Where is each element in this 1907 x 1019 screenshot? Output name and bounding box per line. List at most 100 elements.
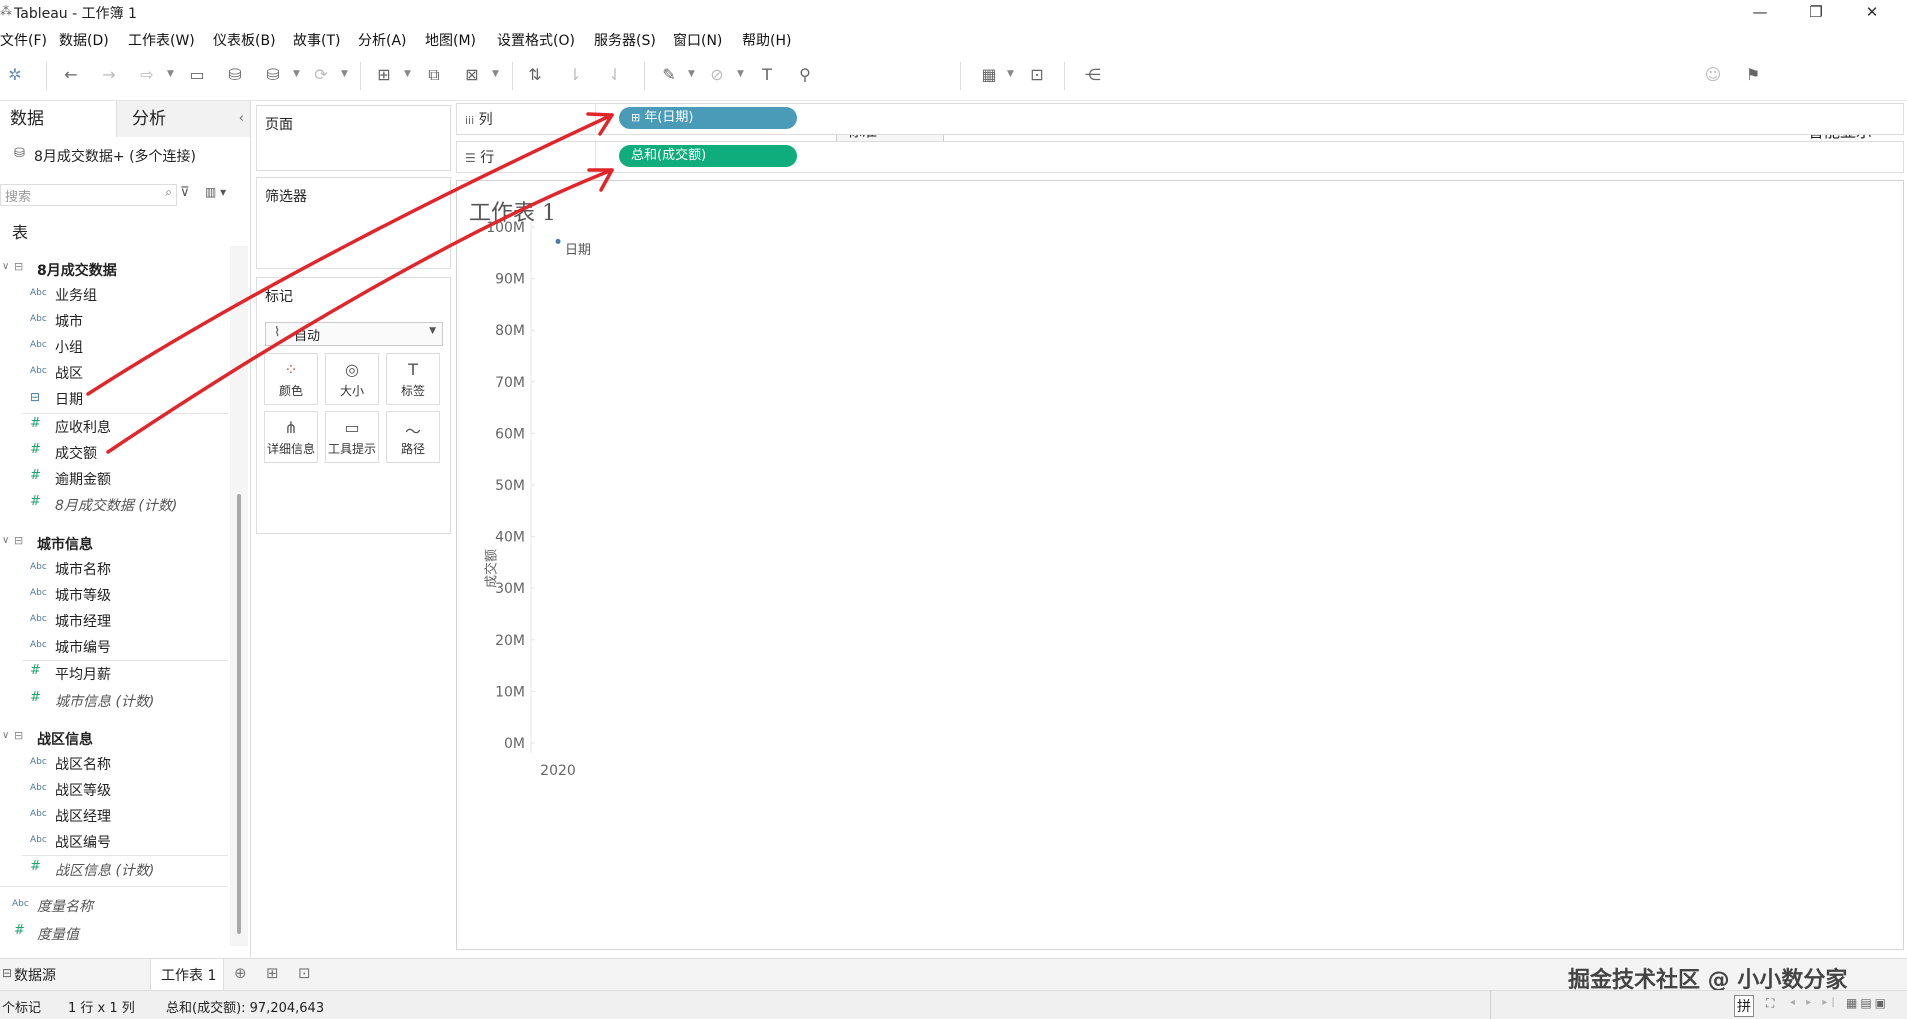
new-story-icon[interactable]: ⊡ bbox=[298, 964, 311, 982]
view-mode-icon[interactable]: ▦▤▣ bbox=[1846, 996, 1889, 1010]
tab-datasource[interactable]: 数据源 bbox=[14, 965, 56, 985]
field-战区编号[interactable]: Abc 战区编号 bbox=[0, 830, 228, 854]
columns-icon: iii bbox=[465, 114, 475, 127]
sum-amount-pill[interactable]: 总和(成交额) bbox=[619, 145, 797, 167]
filter-icon[interactable]: ⊽ bbox=[180, 185, 190, 200]
label-icon[interactable]: T bbox=[756, 64, 778, 86]
y-tick-label: 90M bbox=[495, 272, 525, 288]
field-日期[interactable]: ⊟ 日期 bbox=[0, 387, 228, 411]
rows-shelf[interactable]: ☰ 行 总和(成交额) bbox=[456, 141, 1904, 173]
field-城市等级[interactable]: Abc 城市等级 bbox=[0, 583, 228, 607]
field-城市[interactable]: Abc 城市 bbox=[0, 309, 228, 333]
chevron-down-icon: ▼ bbox=[429, 326, 436, 336]
columns-shelf[interactable]: iii 列 ⊞ 年(日期) bbox=[456, 103, 1904, 135]
field-业务组[interactable]: Abc 业务组 bbox=[0, 283, 228, 307]
field-城市经理[interactable]: Abc 城市经理 bbox=[0, 609, 228, 633]
table-8月成交数据[interactable]: ∨ ⊟ 8月成交数据 bbox=[0, 258, 228, 282]
ask-data-icon[interactable]: ☺ bbox=[1702, 64, 1724, 86]
field-平均月薪[interactable]: # 平均月薪 bbox=[0, 662, 228, 686]
year-date-pill[interactable]: ⊞ 年(日期) bbox=[619, 107, 797, 129]
sheet-nav-icon[interactable]: ◂ ▸ ▸| bbox=[1790, 997, 1839, 1008]
group-icon[interactable]: ⊘ bbox=[706, 64, 728, 86]
undo-icon[interactable]: ← bbox=[60, 64, 82, 86]
field-8月成交数据-计数[interactable]: #8月成交数据 (计数) bbox=[0, 493, 228, 517]
sort-desc-icon[interactable]: ⇃ bbox=[604, 64, 626, 86]
new-datasource-icon[interactable]: ⛁ bbox=[224, 64, 246, 86]
view-options-icon[interactable]: ▥ ▾ bbox=[205, 185, 226, 199]
menu-analysis[interactable]: 分析(A) bbox=[358, 30, 407, 50]
menu-worksheet[interactable]: 工作表(W) bbox=[128, 30, 195, 50]
field-城市编号[interactable]: Abc 城市编号 bbox=[0, 635, 228, 659]
refresh-icon[interactable]: ⟳ bbox=[310, 64, 332, 86]
field-应收利息[interactable]: # 应收利息 bbox=[0, 415, 228, 439]
tooltip-button[interactable]: ▭ 工具提示 bbox=[325, 411, 379, 463]
color-button[interactable]: ⁘ 颜色 bbox=[264, 353, 318, 405]
field-城市名称[interactable]: Abc 城市名称 bbox=[0, 557, 228, 581]
minimize-button[interactable]: — bbox=[1734, 0, 1786, 26]
field-成交额[interactable]: # 成交额 bbox=[0, 441, 228, 465]
filters-card[interactable]: 筛选器 bbox=[256, 177, 451, 269]
pages-card[interactable]: 页面 bbox=[256, 105, 451, 171]
save-icon[interactable]: ▭ bbox=[186, 64, 208, 86]
field-逾期金额[interactable]: # 逾期金额 bbox=[0, 467, 228, 491]
presentation-icon[interactable]: ⊡ bbox=[1026, 64, 1048, 86]
pin-icon[interactable]: ⚲ bbox=[794, 64, 816, 86]
field-小组[interactable]: Abc 小组 bbox=[0, 335, 228, 359]
swap-icon[interactable]: ⇅ bbox=[524, 64, 546, 86]
field-战区信息-计数[interactable]: # 战区信息 (计数) bbox=[0, 858, 228, 882]
rows-icon: ☰ bbox=[465, 151, 476, 165]
new-worksheet-icon[interactable]: ⊞ bbox=[373, 64, 395, 86]
clear-sheet-icon[interactable]: ⊠ bbox=[461, 64, 483, 86]
duplicate-icon[interactable]: ⧉ bbox=[423, 64, 445, 86]
tooltip-pin-icon[interactable]: ⚑ bbox=[1742, 64, 1764, 86]
replay-icon[interactable]: ⇨ bbox=[136, 64, 158, 86]
menu-file[interactable]: 文件(F) bbox=[0, 30, 47, 50]
menu-window[interactable]: 窗口(N) bbox=[673, 30, 722, 50]
field-战区名称[interactable]: Abc 战区名称 bbox=[0, 752, 228, 776]
field-度量值[interactable]: # 度量值 bbox=[0, 922, 228, 946]
y-tick-label: 10M bbox=[495, 684, 525, 700]
menu-dashboard[interactable]: 仪表板(B) bbox=[213, 30, 276, 50]
new-dashboard-icon[interactable]: ⊞ bbox=[266, 964, 279, 982]
tab-sheet1[interactable]: 工作表 1 bbox=[150, 959, 224, 991]
tableau-logo-icon[interactable]: ✲ bbox=[4, 64, 26, 86]
menu-server[interactable]: 服务器(S) bbox=[594, 30, 656, 50]
redo-icon[interactable]: → bbox=[98, 64, 120, 86]
menu-story[interactable]: 故事(T) bbox=[293, 30, 340, 50]
field-战区[interactable]: Abc 战区 bbox=[0, 361, 228, 385]
field-战区等级[interactable]: Abc 战区等级 bbox=[0, 778, 228, 802]
menu-data[interactable]: 数据(D) bbox=[59, 30, 109, 50]
table-战区信息[interactable]: ∨ ⊟ 战区信息 bbox=[0, 727, 228, 751]
search-icon: ⌕ bbox=[165, 185, 172, 199]
menu-map[interactable]: 地图(M) bbox=[425, 30, 476, 50]
label-button[interactable]: T 标签 bbox=[386, 353, 440, 405]
tab-data[interactable]: 数据 bbox=[0, 101, 117, 137]
size-icon: ◎ bbox=[345, 360, 359, 379]
table-城市信息[interactable]: ∨ ⊟ 城市信息 bbox=[0, 532, 228, 556]
menu-help[interactable]: 帮助(H) bbox=[742, 30, 791, 50]
pause-updates-icon[interactable]: ⛁ bbox=[262, 64, 284, 86]
connection-name[interactable]: 8月成交数据+ (多个连接) bbox=[34, 146, 196, 166]
sort-asc-icon[interactable]: ⇂ bbox=[564, 64, 586, 86]
show-cards-icon[interactable]: ▦ bbox=[978, 64, 1000, 86]
highlight-icon[interactable]: ✎ bbox=[658, 64, 680, 86]
detail-button[interactable]: ⋔ 详细信息 bbox=[264, 411, 318, 463]
tab-analysis[interactable]: 分析 ‹ bbox=[117, 101, 250, 137]
ime-indicator[interactable]: 拼 bbox=[1734, 995, 1754, 1017]
fullscreen-icon[interactable]: ⛶ bbox=[1766, 996, 1774, 1011]
restore-button[interactable]: ❐ bbox=[1790, 0, 1842, 26]
data-pane-scrollbar[interactable] bbox=[230, 246, 248, 946]
field-度量名称[interactable]: Abc 度量名称 bbox=[0, 894, 228, 918]
window-title: Tableau - 工作簿 1 bbox=[14, 6, 137, 22]
field-战区经理[interactable]: Abc 战区经理 bbox=[0, 804, 228, 828]
new-worksheet-icon[interactable]: ⊕ bbox=[234, 964, 247, 982]
field-城市信息-计数[interactable]: # 城市信息 (计数) bbox=[0, 689, 228, 713]
size-button[interactable]: ◎ 大小 bbox=[325, 353, 379, 405]
mark-type-select[interactable]: ⌇ 自动 ▼ bbox=[265, 322, 443, 346]
close-button[interactable]: ✕ bbox=[1846, 0, 1898, 26]
search-input-box[interactable]: 搜索 ⌕ bbox=[0, 184, 177, 206]
path-button[interactable]: 〜路径 bbox=[386, 411, 440, 463]
toolbar: ✲ ← → ⇨ ▼ ▭ ⛁ ⛁ ▼ ⟳ ▼ ⊞ ▼ ⧉ ⊠ ▼ ⇅ ⇂ ⇃ ✎ … bbox=[0, 52, 1907, 142]
menu-format[interactable]: 设置格式(O) bbox=[497, 30, 575, 50]
share-icon[interactable]: ⋲ bbox=[1082, 64, 1104, 86]
